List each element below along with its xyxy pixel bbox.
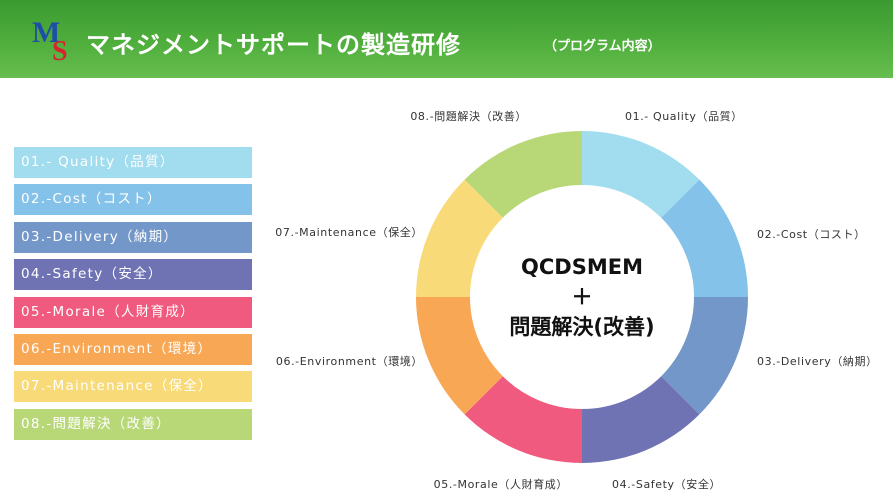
donut-center-plus: ＋	[572, 285, 593, 309]
qcdsmem-donut-chart: 01.- Quality（品質） 02.-Cost（コスト） 03.-Deliver…	[275, 109, 878, 491]
donut-center-line-3: 問題解決(改善)	[509, 315, 654, 339]
donut-segment-label: 04.-Safety（安全）	[612, 477, 721, 491]
donut-segment-label: 06.-Environment（環境）	[276, 354, 423, 368]
donut-segment-label: 02.-Cost（コスト）	[757, 228, 866, 241]
donut-segment-label: 07.-Maintenance（保全）	[275, 225, 423, 239]
donut-center-line-1: QCDSMEM	[521, 255, 643, 279]
donut-segment-label: 03.-Delivery（納期）	[757, 355, 878, 368]
donut-segment-label: 05.-Morale（人財育成）	[434, 477, 568, 491]
donut-segment-label: 08.-問題解決（改善）	[410, 109, 527, 123]
donut-segment-label: 01.- Quality（品質）	[625, 109, 743, 123]
